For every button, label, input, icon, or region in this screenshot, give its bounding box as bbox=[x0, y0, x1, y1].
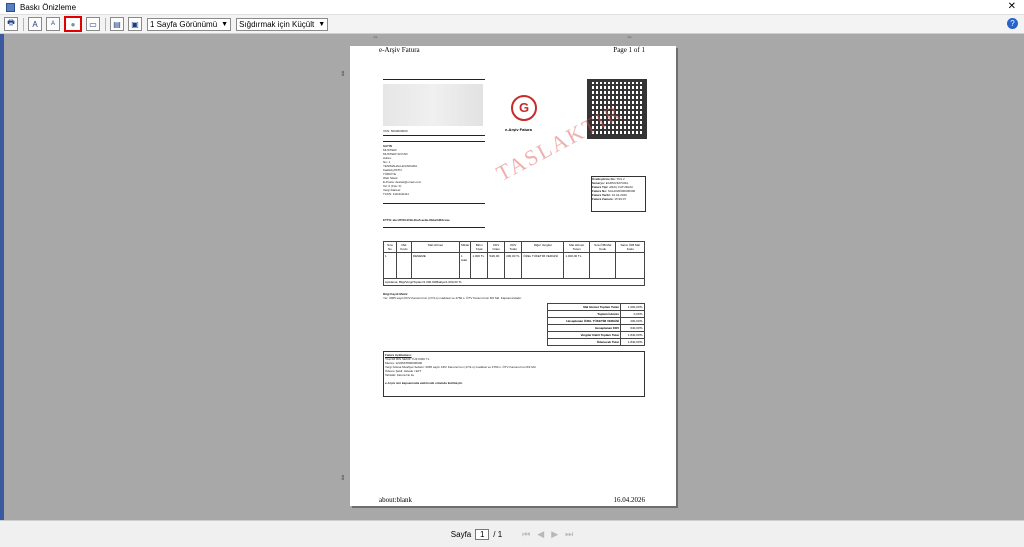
note-text: Yer: 3065 sayılı KDV Kanunu'nun (17/4-s)… bbox=[383, 296, 522, 300]
margin-handle-top[interactable]: ⇕ bbox=[340, 70, 346, 78]
help-icon[interactable]: ? bbox=[1007, 18, 1018, 29]
app-icon bbox=[6, 2, 15, 12]
ettn-text: ETTN: abcd7f33-0f49-4ba5-ae9e-8bba3d63cc… bbox=[383, 218, 450, 222]
previous-page-icon[interactable]: ◀ bbox=[537, 529, 544, 540]
table-row: Mal Hizmet Toplam Tutarı 1.000,00TL bbox=[546, 303, 645, 311]
chevron-down-icon: ▼ bbox=[221, 20, 229, 28]
view-mode-select[interactable]: 1 Sayfa Görünümü ▼ bbox=[147, 17, 232, 31]
print-icon: 🖶 bbox=[7, 18, 15, 27]
header-footer-icon: ▤ bbox=[113, 19, 121, 29]
toolbar-separator bbox=[105, 17, 106, 31]
table-row: Ödenecek Tutar 1.840,00TL bbox=[546, 338, 645, 346]
fit-mode-select[interactable]: Sığdırmak için Küçült ▼ bbox=[236, 17, 329, 31]
divider bbox=[383, 135, 485, 136]
page-total: / 1 bbox=[493, 529, 503, 539]
vkn-text: VKN: 5000000000 bbox=[383, 129, 408, 133]
table-row: Toplam İskonto 0,00TL bbox=[546, 310, 645, 318]
fullscreen-icon: ▣ bbox=[131, 19, 139, 29]
line-items-table: Sıra No Mal Kodu Mal Hizmet Miktar Birim… bbox=[383, 241, 645, 286]
page-footer-left: about:blank bbox=[379, 496, 413, 504]
page-header-right: Page 1 of 1 bbox=[613, 46, 645, 54]
margin-handle-left[interactable]: ⇔ bbox=[372, 34, 379, 41]
table-row: Hesaplanan ÖZEL TÜKETİM VERGİSİ 200,00TL bbox=[546, 317, 645, 325]
close-icon[interactable]: ✕ bbox=[1008, 1, 1016, 12]
window-left-edge bbox=[0, 34, 4, 520]
invoice-note-box: Fatura Açıklaması: YALNIZ BİN SEKİZ YÜZ … bbox=[383, 351, 645, 397]
page-setup-button[interactable]: ▭ bbox=[86, 17, 100, 31]
divider bbox=[383, 203, 485, 204]
page-setup-icon: ▭ bbox=[89, 19, 97, 29]
fit-mode-value: Sığdırmak için Küçült bbox=[239, 19, 315, 29]
color-button[interactable]: ● bbox=[64, 16, 82, 32]
font-large-icon: A bbox=[32, 19, 38, 29]
preview-area[interactable]: ⇔ ⇔ ⇕ ⇕ e-Arşiv Fatura Page 1 of 1 VKN: … bbox=[0, 34, 1024, 520]
customer-block: MUSTERI MUSTERI SOYAD Adres: No: 1 YENIM… bbox=[383, 148, 422, 196]
decrease-font-button[interactable]: A bbox=[46, 17, 60, 31]
preview-page: e-Arşiv Fatura Page 1 of 1 VKN: 50000000… bbox=[350, 46, 676, 506]
divider bbox=[383, 227, 485, 228]
toolbar: 🖶 A A ● ▭ ▤ ▣ 1 Sayfa Görünümü ▼ Sığdırm… bbox=[0, 15, 1024, 34]
table-row: Vergiler Dahil Toplam Tutar 1.840,00TL bbox=[546, 331, 645, 339]
margin-handle-right[interactable]: ⇔ bbox=[626, 34, 633, 41]
view-mode-value: 1 Sayfa Görünümü bbox=[150, 19, 218, 29]
table-header-row: Sıra No Mal Kodu Mal Hizmet Miktar Birim… bbox=[383, 241, 645, 253]
chevron-down-icon: ▼ bbox=[318, 20, 326, 28]
page-footer-right: 16.04.2026 bbox=[613, 496, 646, 504]
page-header-left: e-Arşiv Fatura bbox=[379, 46, 420, 54]
print-button[interactable]: 🖶 bbox=[4, 17, 18, 31]
status-bar: Sayfa 1 / 1 ⏮ ◀ ▶ ⏭ bbox=[0, 520, 1024, 547]
last-page-icon[interactable]: ⏭ bbox=[565, 529, 573, 540]
logo-caption: e-Arşiv Fatura bbox=[505, 127, 532, 132]
window-title: Baskı Önizleme bbox=[20, 2, 77, 12]
toolbar-separator bbox=[23, 17, 24, 31]
divider bbox=[383, 141, 485, 142]
next-page-icon[interactable]: ▶ bbox=[551, 529, 558, 540]
table-row: 1 DENEME 1 Adet 1.000 TL %20,00 200,00 T… bbox=[383, 252, 645, 279]
totals-table: Mal Hizmet Toplam Tutarı 1.000,00TL Topla… bbox=[546, 303, 645, 346]
font-small-icon: A bbox=[50, 21, 55, 27]
increase-font-button[interactable]: A bbox=[28, 17, 42, 31]
margin-handle-bottom[interactable]: ⇕ bbox=[340, 474, 346, 482]
page-label: Sayfa bbox=[450, 529, 472, 539]
divider bbox=[383, 79, 485, 80]
gib-logo: G bbox=[511, 95, 537, 121]
fullscreen-button[interactable]: ▣ bbox=[128, 17, 142, 31]
seller-info-redacted bbox=[383, 84, 483, 126]
invoice-info-box: Özelleştirme No: TR1.2 Senaryo: EARSIVFA… bbox=[591, 176, 646, 212]
table-note-row: Açıklama: Bilgi/Vergi/Toplam/1.000,00/Ba… bbox=[383, 278, 645, 286]
header-footer-button[interactable]: ▤ bbox=[110, 17, 124, 31]
table-row: Hesaplanan KDV 640,00TL bbox=[546, 324, 645, 332]
page-number-input[interactable]: 1 bbox=[475, 528, 490, 540]
color-icon: ● bbox=[70, 19, 76, 29]
title-bar: Baskı Önizleme ✕ bbox=[0, 0, 1024, 15]
first-page-icon[interactable]: ⏮ bbox=[522, 529, 530, 540]
